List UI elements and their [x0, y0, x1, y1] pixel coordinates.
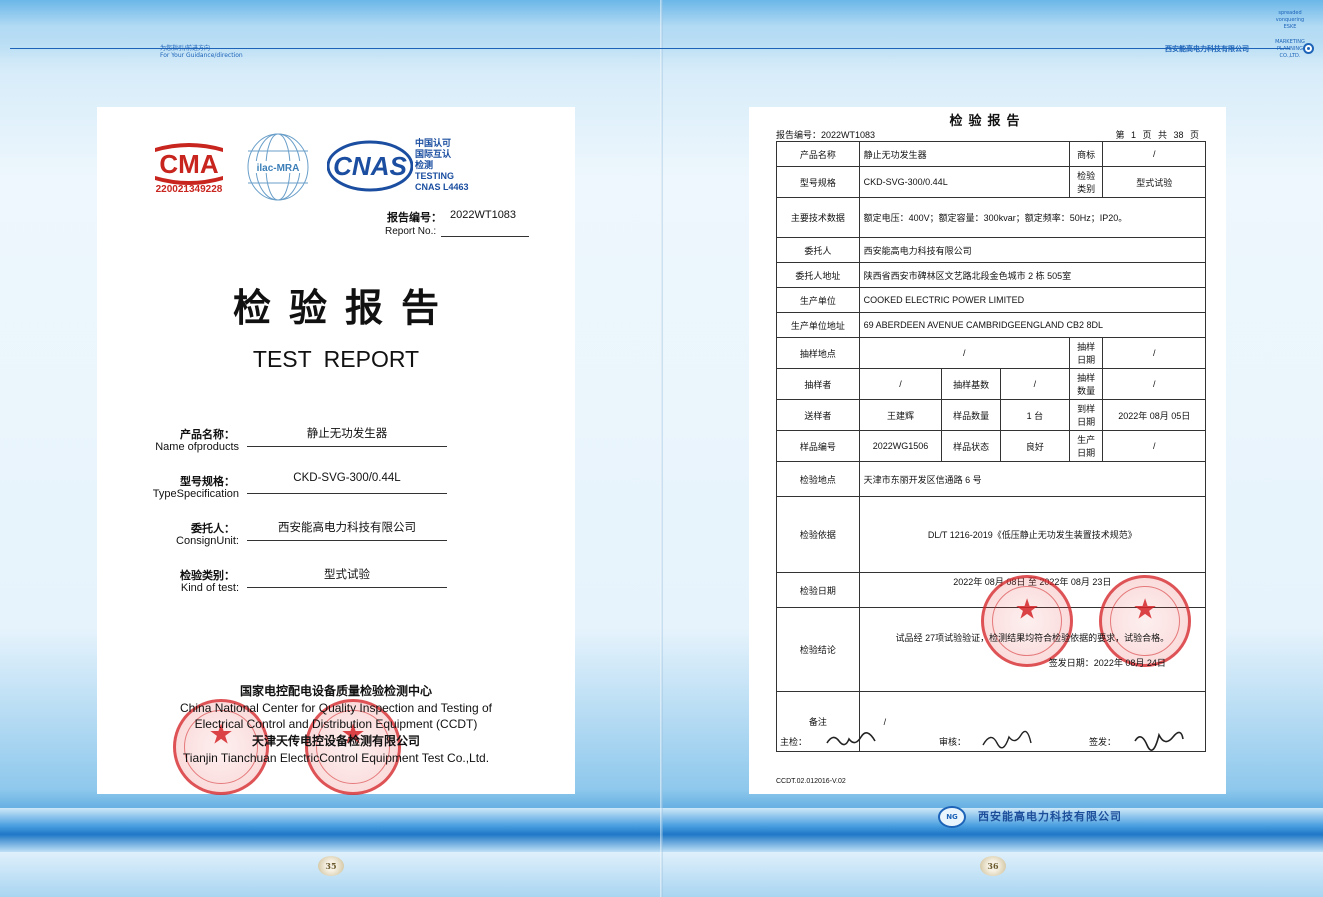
issuer-line: 天津天传电控设备检测有限公司	[251, 734, 420, 748]
table-row: 抽样地点 / 抽样日期 /	[776, 337, 1206, 369]
table-row: 生产单位地址 69 ABERDEEN AVENUE CAMBRIDGEENGLA…	[776, 312, 1207, 338]
table-row: 生产单位 COOKED ELECTRIC POWER LIMITED	[776, 287, 1207, 313]
table-row: 委托人 西安能高电力科技有限公司	[776, 237, 1207, 263]
table-row: 产品名称 静止无功发生器 商标 /	[776, 141, 1206, 167]
report-number: 报告编号：2022WT1083	[776, 130, 876, 140]
field-model: 型号规格： TypeSpecification CKD-SVG-300/0.44…	[97, 472, 575, 517]
report-no-label-cn: 报告编号：	[387, 212, 442, 224]
issuer-line: China National Center for Quality Inspec…	[180, 701, 492, 715]
ilac-logo-text: ilac-MRA	[257, 163, 300, 174]
cover-title-en: TEST REPORT	[252, 346, 420, 372]
page-number-left: 35	[318, 856, 344, 876]
chief-inspector-signature	[826, 732, 876, 746]
field-test-kind: 检验类别： Kind of test: 型式试验	[97, 567, 575, 611]
table-row: 检验依据 DL/T 1216-2019《低压静止无功发生装置技术规范》	[776, 496, 1207, 573]
cnas-description: 中国认可 国际互认 检测 TESTING CNAS L4463	[415, 138, 469, 192]
cnas-logo-text: CNAS	[333, 151, 407, 181]
header-left-label: 为您指引/前进方向 For Your Guidance/direction	[160, 45, 243, 59]
issuer-label: 签发：	[1089, 737, 1117, 747]
issuer-block: 国家电控配电设备质量检验检测中心 China National Center f…	[97, 682, 575, 766]
page-info: 第 1 页 共 38 页	[1115, 130, 1199, 140]
report-table: 产品名称 静止无功发生器 商标 / 型号规格 CKD-SVG-300/0.44L…	[776, 141, 1207, 752]
header-right-label: 西安能高电力科技有限公司	[1165, 45, 1249, 53]
table-row: 型号规格 CKD-SVG-300/0.44L 检验类别 型式试验	[776, 166, 1206, 198]
table-row: 检验地点 天津市东丽开发区信通路 6 号	[776, 461, 1207, 497]
field-consignor: 委托人： ConsignUnit: 西安能高电力科技有限公司	[97, 520, 575, 564]
reviewer-signature	[982, 730, 1032, 749]
reviewer-label: 审核：	[939, 737, 967, 747]
cnas-logo-icon: CNAS	[327, 140, 413, 192]
issuer-line: Electrical Control and Distribution Equi…	[194, 717, 478, 731]
issuer-line: 国家电控配电设备质量检验检测中心	[239, 684, 432, 698]
issuer-line: Tianjin Tianchuan ElectricControl Equipm…	[182, 751, 490, 765]
cma-logo-text: CMA	[159, 149, 218, 179]
cover-title-cn: 检验报告	[232, 286, 457, 330]
table-row: 主要技术数据 额定电压：400V；额定容量：300kvar；额定频率：50Hz；…	[776, 197, 1207, 238]
report-no-label-en: Report No.:	[385, 226, 437, 237]
table-row: 送样者 王建辉 样品数量 1 台 到样日期 2022年 08月 05日	[776, 399, 1206, 431]
inspection-seal-stamp: ★	[1099, 575, 1191, 667]
document-code: CCDT.02.012016-V.02	[776, 778, 846, 785]
ilac-logo-icon: ilac-MRA	[247, 133, 309, 201]
company-name: 西安能高电力科技有限公司	[978, 810, 1122, 823]
target-icon	[1303, 43, 1314, 54]
report-no-value: 2022WT1083	[450, 209, 517, 221]
company-logo-icon: NG	[938, 806, 966, 828]
cma-number: 220021349228	[155, 184, 223, 195]
table-row: 样品编号 2022WG1506 样品状态 良好 生产日期 /	[776, 430, 1206, 462]
cover-page: CMA 220021349228 ilac-MRA CNAS 中国认可 国际互认…	[97, 107, 575, 795]
book-spine	[660, 0, 663, 897]
table-row: 委托人地址 陕西省西安市碑林区文艺路北段金色城市 2 栋 505室	[776, 262, 1207, 288]
report-title: 检验报告	[949, 114, 1026, 129]
report-detail-page: 检验报告 报告编号：2022WT1083 第 1 页 共 38 页 产品名称 静…	[749, 107, 1226, 794]
field-product-name: 产品名称： Name ofproducts 静止无功发生器	[97, 426, 575, 470]
table-row: 抽样者 / 抽样基数 / 抽样数量 /	[776, 368, 1206, 400]
chief-inspector-label: 主检：	[780, 737, 808, 747]
issuer-signature	[1134, 731, 1184, 751]
conclusion-text: 试品经 27项试验验证，检测结果均符合检验依据的要求，试验合格。	[895, 632, 1170, 643]
inspection-seal-stamp: ★	[981, 575, 1073, 667]
page-number-right: 36	[980, 856, 1006, 876]
issue-date: 签发日期：2022年 08月 24日	[1048, 657, 1166, 668]
report-no-underline	[441, 236, 529, 237]
